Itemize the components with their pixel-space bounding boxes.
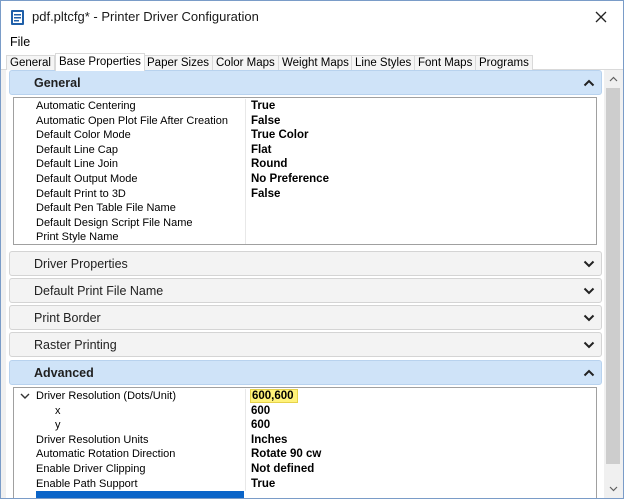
property-value[interactable]: No Preference xyxy=(245,172,595,187)
property-row[interactable]: Enable Path Support True xyxy=(14,476,596,492)
property-name: y xyxy=(55,419,61,432)
property-name: Default Line Cap xyxy=(36,143,118,156)
window-title: pdf.pltcfg* - Printer Driver Configurati… xyxy=(32,9,259,24)
property-name: Default Design Script File Name xyxy=(36,216,193,229)
property-name: Automatic Centering xyxy=(36,100,136,112)
section-advanced-header[interactable]: Advanced xyxy=(9,360,602,385)
section-title: General xyxy=(34,76,81,90)
chevron-down-icon xyxy=(583,287,595,295)
section-title: Default Print File Name xyxy=(34,284,164,298)
vertical-scrollbar[interactable] xyxy=(604,70,622,498)
chevron-up-icon xyxy=(583,79,595,87)
general-property-grid: Automatic Centering True Automatic Open … xyxy=(13,97,597,245)
property-name: Enable Driver Clipping xyxy=(36,463,146,475)
property-value[interactable]: Round xyxy=(245,157,595,172)
property-row[interactable]: Default Design Script File Name xyxy=(14,215,596,231)
menu-bar: File xyxy=(1,33,623,53)
section-raster-printing-header[interactable]: Raster Printing xyxy=(9,332,602,357)
close-button[interactable] xyxy=(579,1,623,33)
title-bar: pdf.pltcfg* - Printer Driver Configurati… xyxy=(1,1,623,33)
property-value[interactable]: Inches xyxy=(245,432,595,448)
printer-driver-config-window: pdf.pltcfg* - Printer Driver Configurati… xyxy=(0,0,624,499)
tab-programs[interactable]: Programs xyxy=(475,55,533,70)
scroll-up-arrow-icon xyxy=(609,76,617,82)
property-row[interactable]: Automatic Rotation Direction Rotate 90 c… xyxy=(14,447,596,462)
property-row[interactable]: Automatic Open Plot File After Creation … xyxy=(14,113,596,129)
property-name: Driver Resolution (Dots/Unit) xyxy=(36,390,176,402)
property-row-partial[interactable] xyxy=(14,491,596,498)
property-row[interactable]: Default Output Mode No Preference xyxy=(14,172,596,187)
property-row[interactable]: Default Color Mode True Color xyxy=(14,128,596,143)
property-name: Default Output Mode xyxy=(36,173,138,185)
tab-weight-maps[interactable]: Weight Maps xyxy=(278,55,353,70)
property-row[interactable]: Default Line Cap Flat xyxy=(14,142,596,158)
close-icon xyxy=(595,11,607,23)
property-name xyxy=(36,491,244,498)
property-row[interactable]: y 600 xyxy=(14,418,596,433)
property-value[interactable]: Not defined xyxy=(245,462,595,477)
chevron-up-icon xyxy=(583,369,595,377)
advanced-property-grid: Driver Resolution (Dots/Unit) 600,600 x … xyxy=(13,387,597,498)
section-general-header[interactable]: General xyxy=(9,70,602,95)
scroll-down-button[interactable] xyxy=(604,481,622,497)
property-name: Default Line Join xyxy=(36,158,118,171)
scroll-up-button[interactable] xyxy=(604,71,622,87)
property-value[interactable] xyxy=(245,201,595,216)
property-row[interactable]: Default Line Join Round xyxy=(14,157,596,172)
property-row[interactable]: Default Pen Table File Name xyxy=(14,201,596,216)
chevron-down-icon xyxy=(583,314,595,322)
chevron-down-icon xyxy=(583,341,595,349)
property-value[interactable]: False xyxy=(245,186,595,202)
property-value[interactable] xyxy=(245,230,595,244)
property-name: Automatic Open Plot File After Creation xyxy=(36,114,228,127)
property-value[interactable]: True Color xyxy=(245,128,595,143)
tab-color-maps[interactable]: Color Maps xyxy=(212,55,279,70)
property-row[interactable]: Automatic Centering True xyxy=(14,99,596,114)
section-default-print-file-name-header[interactable]: Default Print File Name xyxy=(9,278,602,303)
tab-line-styles[interactable]: Line Styles xyxy=(351,55,416,70)
property-row[interactable]: Default Print to 3D False xyxy=(14,186,596,202)
tab-font-maps[interactable]: Font Maps xyxy=(414,55,477,70)
property-value[interactable]: Rotate 90 cw xyxy=(245,447,595,462)
section-print-border-header[interactable]: Print Border xyxy=(9,305,602,330)
property-name: x xyxy=(55,404,61,417)
property-name: Default Color Mode xyxy=(36,129,131,142)
tab-general[interactable]: General xyxy=(6,55,55,70)
property-name: Automatic Rotation Direction xyxy=(36,448,176,461)
property-value[interactable]: Flat xyxy=(245,142,595,158)
property-value[interactable] xyxy=(245,215,595,231)
property-value[interactable]: 600 xyxy=(245,403,595,419)
chevron-down-icon xyxy=(583,260,595,268)
properties-panel: General Automatic Centering True Automat… xyxy=(6,70,604,498)
highlighted-value: 600,600 xyxy=(250,389,298,403)
section-title: Driver Properties xyxy=(34,257,128,271)
tab-paper-sizes[interactable]: Paper Sizes xyxy=(143,55,214,70)
property-value[interactable]: 600,600 xyxy=(245,389,595,404)
property-value[interactable]: 600 xyxy=(245,418,595,433)
tab-strip: General Base Properties Paper Sizes Colo… xyxy=(1,53,623,71)
collapse-chevron-icon[interactable] xyxy=(20,392,30,400)
tab-base-properties[interactable]: Base Properties xyxy=(55,53,145,71)
section-driver-properties-header[interactable]: Driver Properties xyxy=(9,251,602,276)
scroll-down-arrow-icon xyxy=(609,486,617,492)
section-title: Advanced xyxy=(34,366,94,380)
property-row[interactable]: Driver Resolution (Dots/Unit) 600,600 xyxy=(14,389,596,404)
scrollbar-thumb[interactable] xyxy=(606,88,620,464)
property-row[interactable]: Driver Resolution Units Inches xyxy=(14,432,596,448)
property-value[interactable]: True xyxy=(245,476,595,492)
property-name: Print Style Name xyxy=(36,231,119,244)
property-name: Default Print to 3D xyxy=(36,187,126,200)
property-name: Driver Resolution Units xyxy=(36,433,149,446)
property-value[interactable]: True xyxy=(245,99,595,114)
property-row[interactable]: Print Style Name xyxy=(14,230,596,244)
property-name: Enable Path Support xyxy=(36,477,138,490)
property-row[interactable]: Enable Driver Clipping Not defined xyxy=(14,462,596,477)
app-icon xyxy=(11,10,24,25)
section-title: Raster Printing xyxy=(34,338,117,352)
property-row[interactable]: x 600 xyxy=(14,403,596,419)
section-title: Print Border xyxy=(34,311,101,325)
property-value[interactable]: False xyxy=(245,113,595,129)
property-name: Default Pen Table File Name xyxy=(36,202,176,215)
menu-file[interactable]: File xyxy=(10,35,30,49)
